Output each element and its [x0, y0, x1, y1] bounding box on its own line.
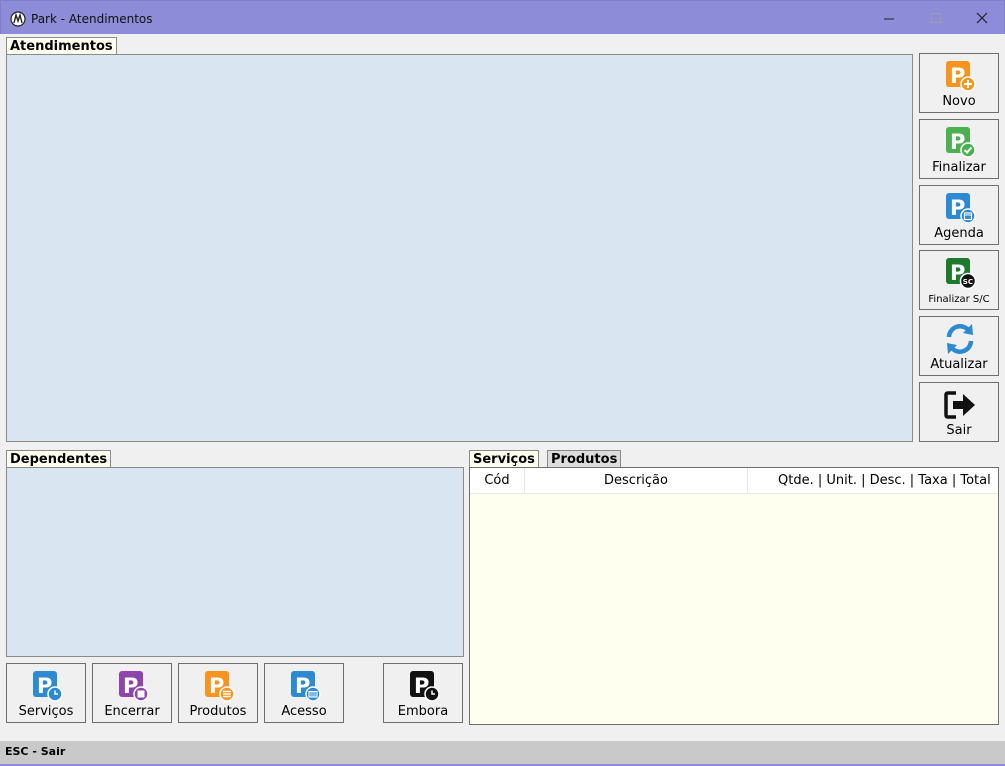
minimize-button[interactable] [866, 1, 912, 35]
minimize-icon [884, 18, 894, 20]
produtos-label: Produtos [189, 704, 247, 719]
grid-header: Cód Descrição Qtde. | Unit. | Desc. | Ta… [470, 468, 998, 494]
servicos-grid[interactable]: Cód Descrição Qtde. | Unit. | Desc. | Ta… [469, 467, 999, 725]
encerrar-button[interactable]: P Encerrar [92, 663, 172, 723]
finalizar-button[interactable]: P Finalizar [919, 119, 999, 179]
dependentes-label: Dependentes [6, 450, 112, 468]
sair-button[interactable]: Sair [919, 382, 999, 442]
acesso-label: Acesso [281, 704, 327, 719]
svg-text:SC: SC [963, 278, 973, 286]
maximize-button[interactable] [913, 1, 959, 35]
refresh-icon [946, 324, 974, 354]
finalizar-sc-label: Finalizar S/C [928, 294, 990, 305]
window-title: Park - Atendimentos [31, 12, 153, 26]
park-leave-icon: P [410, 671, 440, 702]
embora-button[interactable]: P Embora [383, 663, 463, 723]
park-keyboard-icon: P [291, 671, 321, 702]
agenda-button[interactable]: P Agenda [919, 185, 999, 245]
column-header-totals[interactable]: Qtde. | Unit. | Desc. | Taxa | Total [748, 468, 998, 493]
maximize-icon [931, 13, 941, 23]
park-stop-icon: P [119, 671, 149, 702]
park-check-icon: P [946, 127, 976, 158]
servicos-button[interactable]: P Serviços [6, 663, 86, 723]
agenda-label: Agenda [934, 226, 984, 241]
sair-label: Sair [946, 423, 972, 438]
finalizar-label: Finalizar [932, 160, 986, 175]
column-header-cod[interactable]: Cód [470, 468, 525, 493]
atendimentos-list[interactable] [6, 54, 913, 442]
park-list-icon: P [205, 671, 235, 702]
atualizar-label: Atualizar [930, 357, 988, 372]
app-logo-icon [10, 11, 26, 27]
produtos-button[interactable]: P Produtos [178, 663, 258, 723]
novo-button[interactable]: P Novo [919, 53, 999, 113]
tab-servicos[interactable]: Serviços [469, 450, 539, 468]
park-clock-icon: P [33, 671, 63, 702]
finalizar-sc-button[interactable]: P SC Finalizar S/C [919, 250, 999, 310]
column-header-descricao[interactable]: Descrição [525, 468, 748, 493]
tab-produtos[interactable]: Produtos [547, 450, 622, 468]
title-bar: Park - Atendimentos [0, 0, 1005, 34]
park-sc-icon: P SC [946, 258, 977, 290]
encerrar-label: Encerrar [104, 704, 160, 719]
novo-label: Novo [942, 94, 976, 109]
acesso-button[interactable]: P Acesso [264, 663, 344, 723]
atualizar-button[interactable]: Atualizar [919, 316, 999, 376]
exit-arrow-icon [944, 391, 975, 419]
close-icon [976, 12, 988, 24]
dependentes-list[interactable] [6, 467, 464, 657]
status-bar: ESC - Sair [0, 741, 1005, 766]
status-text: ESC - Sair [5, 745, 66, 758]
atendimentos-label: Atendimentos [6, 37, 117, 55]
close-button[interactable] [959, 1, 1005, 35]
park-calendar-icon: P [946, 193, 976, 224]
servicos-label: Serviços [18, 704, 74, 719]
embora-label: Embora [397, 704, 449, 719]
park-add-icon: P [946, 61, 976, 92]
